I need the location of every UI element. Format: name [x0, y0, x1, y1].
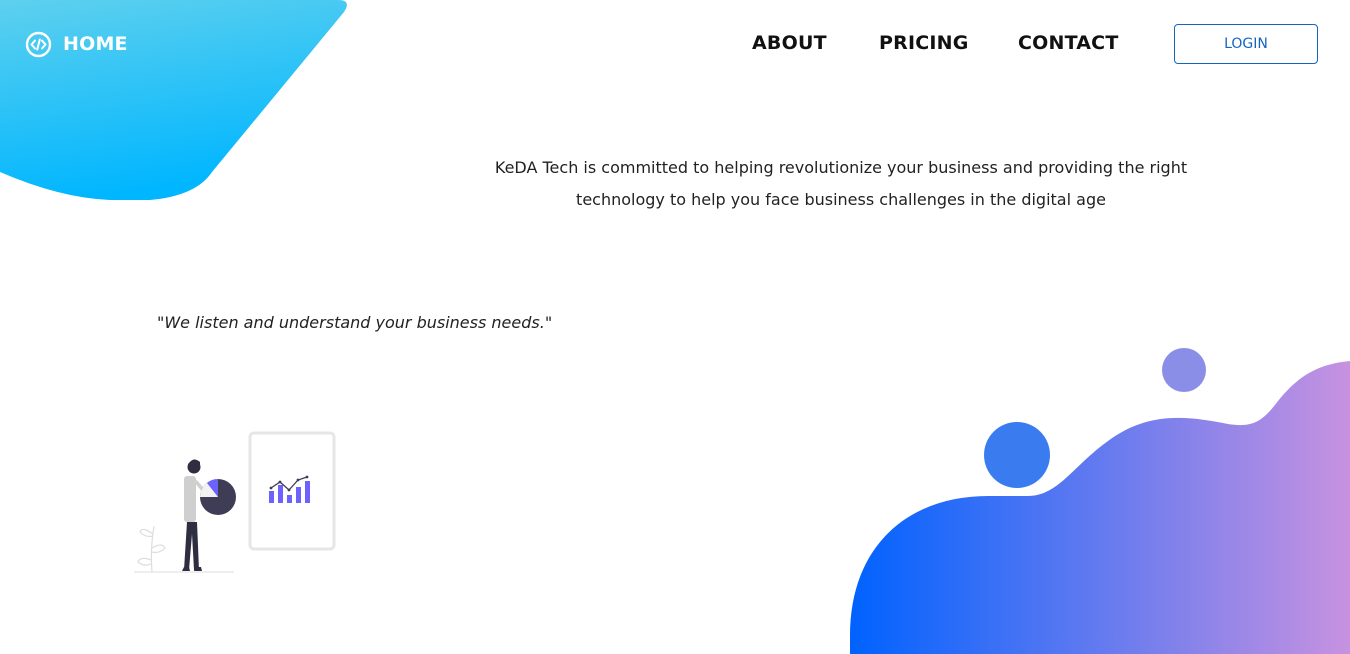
pie-chart-icon — [200, 479, 236, 515]
nav-about-link[interactable]: ABOUT — [752, 32, 827, 54]
login-button[interactable]: LOGIN — [1174, 24, 1318, 64]
nav-contact-link[interactable]: CONTACT — [1018, 32, 1119, 54]
person-figure — [182, 459, 208, 571]
chart-board-icon — [248, 431, 336, 551]
quote-text: "We listen and understand your business … — [157, 313, 553, 332]
nav-pricing-link[interactable]: PRICING — [879, 32, 969, 54]
plant-icon — [137, 525, 166, 573]
home-link[interactable]: HOME — [25, 30, 128, 58]
home-label: HOME — [63, 33, 128, 55]
intro-line-1: KeDA Tech is committed to helping revolu… — [494, 158, 1188, 177]
intro-line-2: technology to help you face business cha… — [576, 190, 1106, 209]
bubble-purple — [1162, 348, 1206, 392]
bubble-blue — [984, 422, 1050, 488]
footer-wave-shape — [850, 348, 1350, 654]
code-brackets-icon — [25, 31, 52, 58]
intro-paragraph: KeDA Tech is committed to helping revolu… — [490, 152, 1192, 216]
business-analytics-illustration — [134, 431, 336, 573]
